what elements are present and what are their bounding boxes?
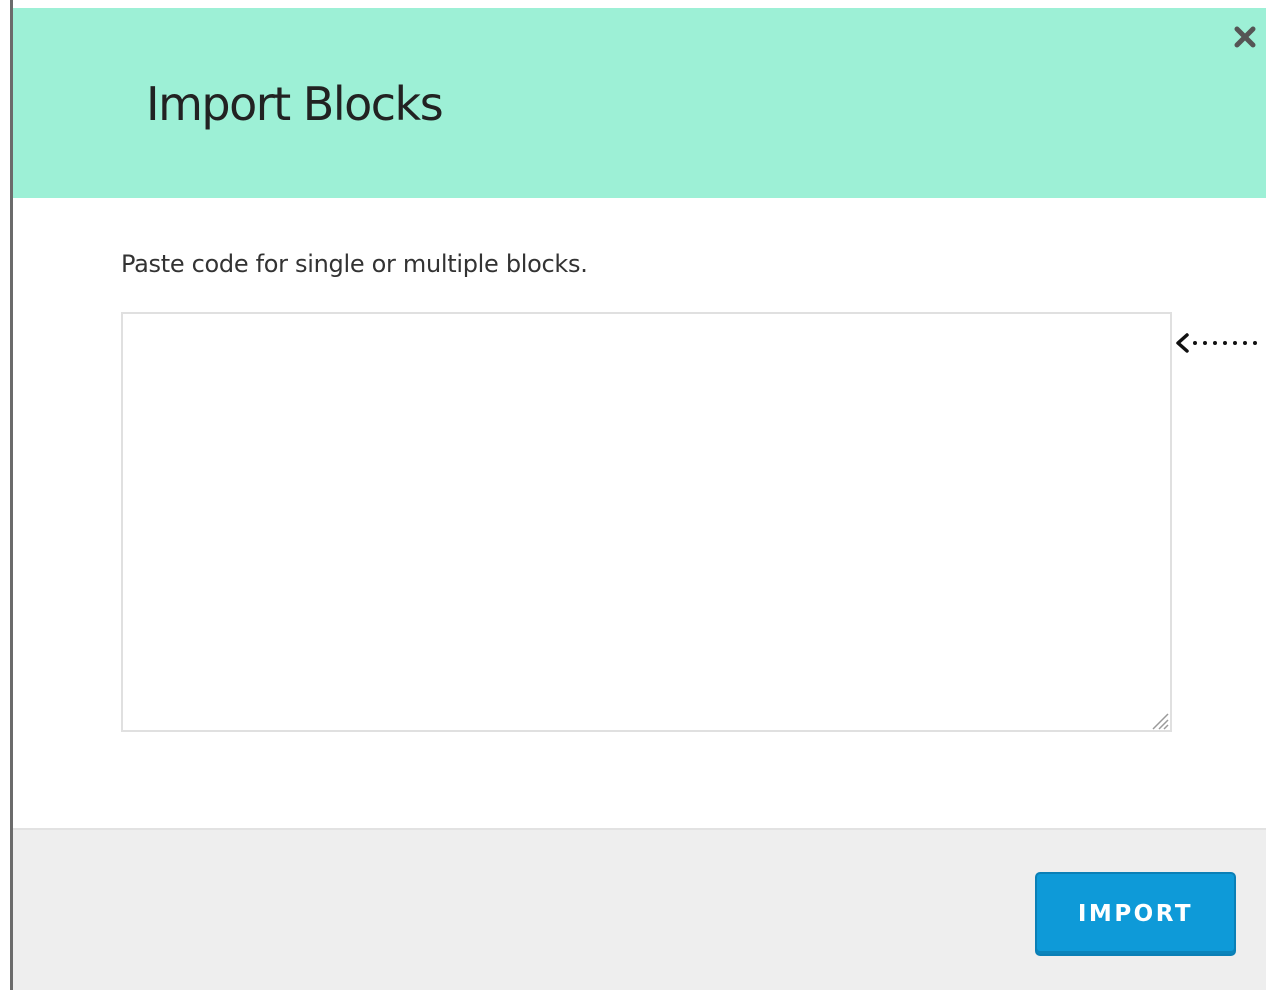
page: Import Blocks Paste code for single or m… — [0, 0, 1266, 990]
close-button[interactable] — [1228, 20, 1262, 54]
import-blocks-dialog: Import Blocks Paste code for single or m… — [13, 8, 1266, 990]
instructions-text: Paste code for single or multiple blocks… — [121, 250, 588, 278]
dialog-header: Import Blocks — [13, 8, 1266, 198]
code-textarea[interactable] — [121, 312, 1172, 732]
dialog-body: Paste code for single or multiple blocks… — [13, 198, 1266, 830]
close-icon — [1234, 26, 1256, 48]
import-button[interactable]: IMPORT — [1035, 872, 1236, 956]
dialog-title: Import Blocks — [146, 77, 444, 131]
dialog-footer: IMPORT — [13, 828, 1266, 990]
dotted-arrow-left-icon — [1176, 333, 1257, 353]
